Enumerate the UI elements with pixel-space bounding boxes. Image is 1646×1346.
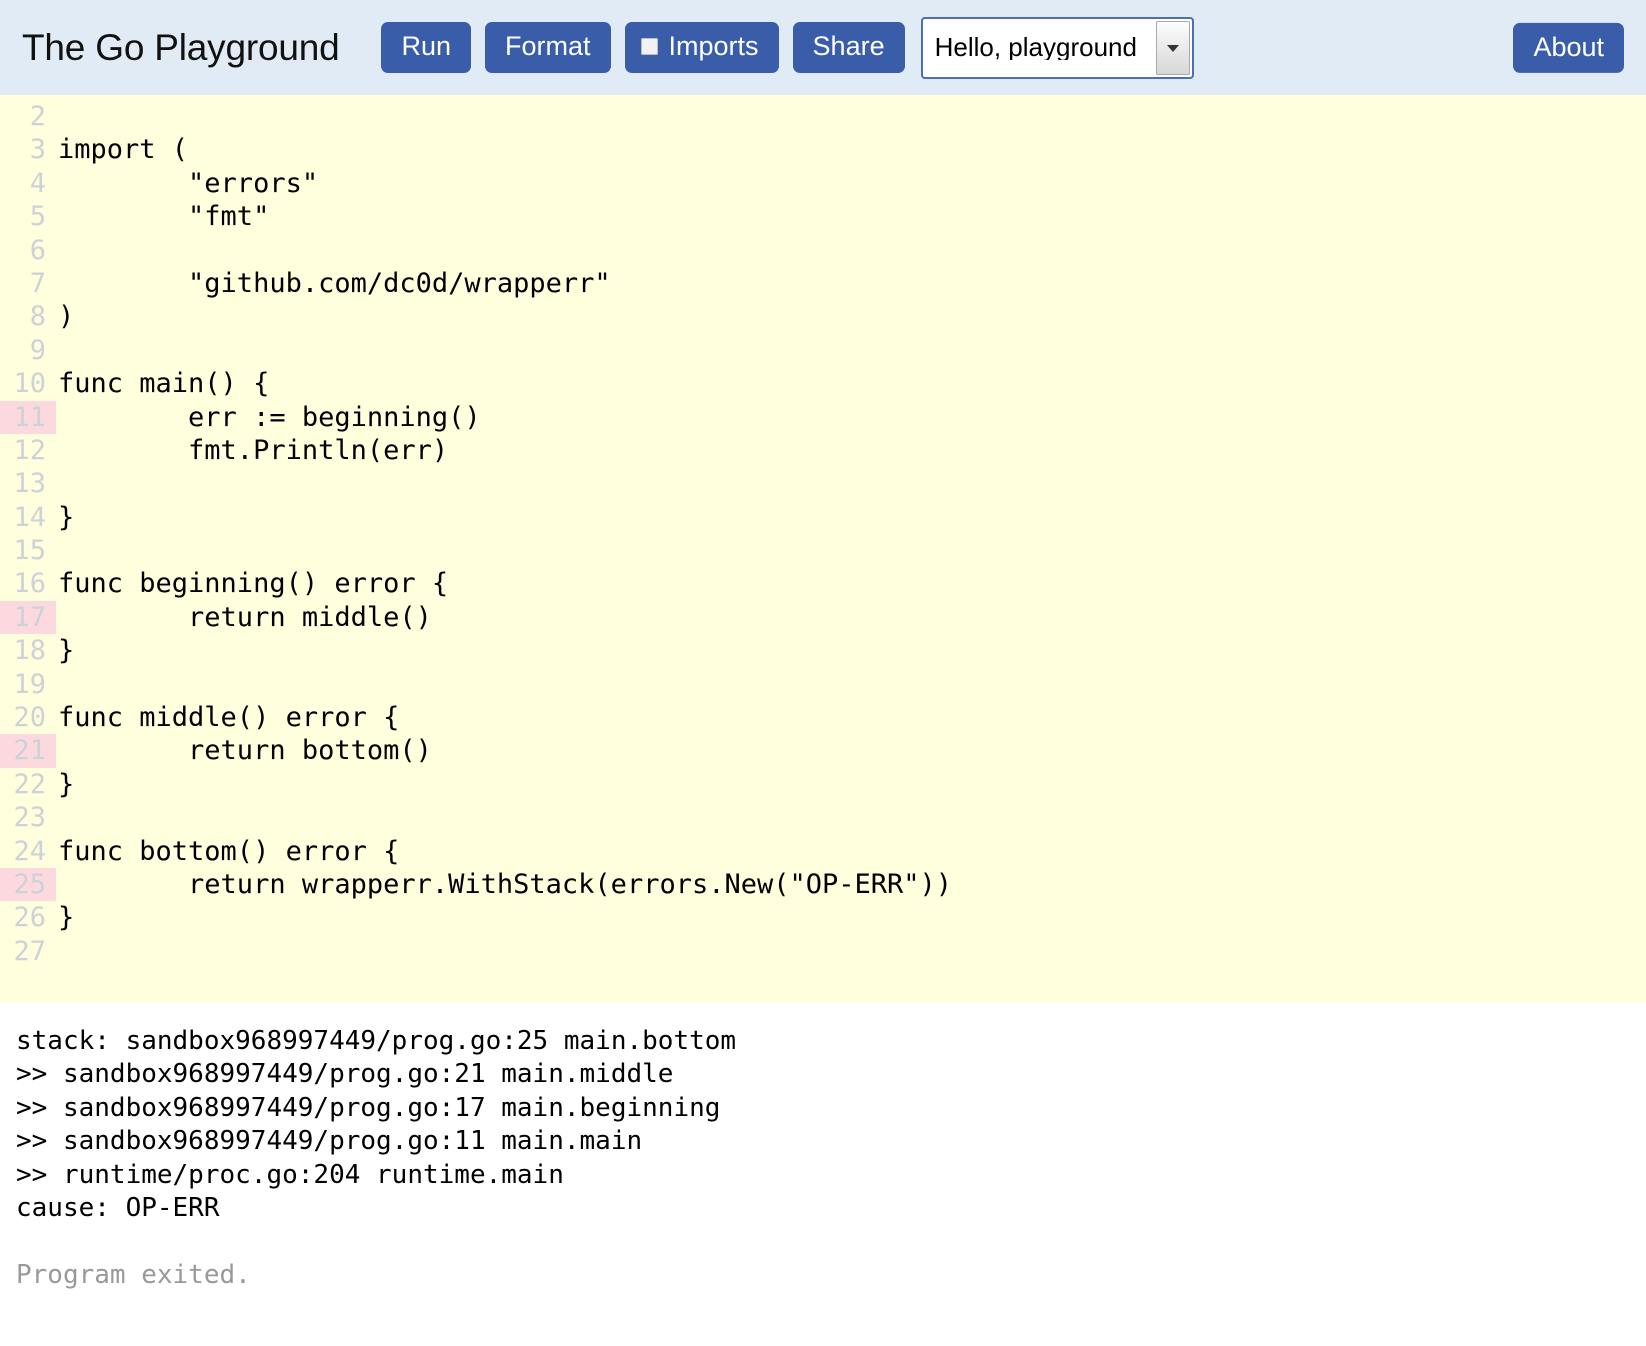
code-line-text: } — [58, 768, 75, 800]
code-line[interactable]: 14} — [0, 501, 1646, 534]
code-line-text: import ( — [58, 134, 189, 166]
line-number: 22 — [13, 768, 46, 800]
app-header: The Go Playground Run Format Imports Sha… — [0, 0, 1646, 95]
code-editor[interactable]: 2 3 import (4 "errors" 5 "fmt" 6 7 "github.co… — [0, 95, 1646, 1003]
checkbox-icon[interactable] — [640, 37, 658, 55]
code-line[interactable]: 10 func main() { — [0, 367, 1646, 400]
output-line: cause: OP-ERR — [16, 1193, 220, 1224]
format-button[interactable]: Format — [485, 22, 611, 73]
line-number: 7 — [29, 267, 46, 299]
line-number: 8 — [29, 301, 46, 333]
code-line[interactable]: 19 — [0, 668, 1646, 701]
line-number: 6 — [29, 234, 46, 266]
code-line[interactable]: 21 return bottom() — [0, 734, 1646, 768]
code-line[interactable]: 25 return wrapperr.WithStack(errors.New(… — [0, 867, 1646, 902]
code-line[interactable]: 9 — [0, 334, 1646, 367]
code-line[interactable]: 6 — [0, 234, 1646, 267]
line-number-highlighted: 11 — [0, 400, 56, 434]
line-number: 16 — [13, 568, 46, 600]
line-number: 3 — [29, 134, 46, 166]
code-line-text: fmt.Println(err) — [58, 434, 449, 466]
output-line: >> sandbox968997449/prog.go:17 main.begi… — [16, 1092, 721, 1123]
line-number: 20 — [13, 702, 46, 734]
code-line-text: func bottom() error { — [58, 835, 400, 867]
line-number: 23 — [13, 802, 46, 834]
code-line[interactable]: 4 "errors" — [0, 167, 1646, 200]
code-line[interactable]: 26} — [0, 901, 1646, 934]
code-line[interactable]: 23 — [0, 801, 1646, 834]
code-line-text: ) — [58, 301, 75, 333]
code-line[interactable]: 16 func beginning() error { — [0, 567, 1646, 600]
code-line[interactable]: 27 — [0, 935, 1646, 968]
code-line[interactable]: 20 func middle() error { — [0, 701, 1646, 734]
line-number: 27 — [13, 935, 46, 967]
code-line-text: return middle() — [58, 601, 432, 633]
line-number-highlighted: 17 — [0, 600, 56, 635]
code-line-text: "fmt" — [58, 201, 270, 233]
imports-button-label: Imports — [668, 31, 759, 62]
code-line-text: func beginning() error { — [58, 568, 449, 600]
code-line-text: "errors" — [58, 167, 319, 199]
run-button[interactable]: Run — [381, 22, 471, 73]
line-number-highlighted: 21 — [0, 734, 56, 768]
line-number: 14 — [13, 501, 46, 533]
code-line-text: } — [58, 501, 75, 533]
output-line: >> runtime/proc.go:204 runtime.main — [16, 1159, 564, 1190]
line-number: 15 — [13, 535, 46, 567]
code-line-text: return wrapperr.WithStack(errors.New("OP… — [58, 868, 953, 900]
code-line[interactable]: 18} — [0, 634, 1646, 667]
line-number: 5 — [29, 201, 46, 233]
code-line[interactable]: 7 "github.com/dc0d/wrapperr" — [0, 267, 1646, 300]
code-line-text: func main() { — [58, 368, 270, 400]
line-number: 18 — [13, 635, 46, 667]
code-line-text: } — [58, 635, 75, 667]
code-line[interactable]: 24 func bottom() error { — [0, 835, 1646, 868]
code-line-text: err := beginning() — [58, 401, 481, 433]
line-number: 9 — [29, 334, 46, 366]
code-line-text: "github.com/dc0d/wrapperr" — [58, 267, 611, 299]
code-line[interactable]: 15 — [0, 534, 1646, 567]
line-number: 12 — [13, 434, 46, 466]
output-panel: stack: sandbox968997449/prog.go:25 main.… — [0, 1003, 1646, 1346]
output-line: >> sandbox968997449/prog.go:21 main.midd… — [16, 1059, 674, 1090]
output-line: >> sandbox968997449/prog.go:11 main.main — [16, 1126, 643, 1157]
output-status-line: Program exited. — [16, 1259, 251, 1290]
code-line-text: return bottom() — [58, 735, 432, 767]
line-number: 4 — [29, 167, 46, 199]
line-number: 19 — [13, 668, 46, 700]
code-line[interactable]: 3 import ( — [0, 133, 1646, 166]
example-select[interactable]: Hello, playground — [920, 16, 1194, 79]
line-number: 2 — [29, 101, 46, 132]
line-number: 13 — [13, 468, 46, 500]
code-line[interactable]: 8) — [0, 300, 1646, 333]
line-number: 24 — [13, 835, 46, 867]
line-number: 26 — [13, 902, 46, 934]
code-line-text: func middle() error { — [58, 702, 400, 734]
code-line[interactable]: 2 — [0, 100, 1646, 133]
example-select-wrapper[interactable]: Hello, playground — [920, 16, 1194, 79]
page-title: The Go Playground — [22, 26, 340, 68]
line-number-highlighted: 25 — [0, 867, 56, 902]
code-line[interactable]: 12 fmt.Println(err) — [0, 434, 1646, 467]
about-button[interactable]: About — [1513, 22, 1624, 73]
code-line[interactable]: 13 — [0, 467, 1646, 500]
line-number: 10 — [13, 368, 46, 400]
code-line[interactable]: 22} — [0, 768, 1646, 801]
code-line[interactable]: 17 return middle() — [0, 600, 1646, 635]
code-line[interactable]: 11 err := beginning() — [0, 400, 1646, 434]
code-line[interactable]: 5 "fmt" — [0, 200, 1646, 233]
output-blank-line — [16, 1225, 1630, 1258]
code-line-text: } — [58, 902, 75, 934]
output-line: stack: sandbox968997449/prog.go:25 main.… — [16, 1026, 737, 1056]
imports-toggle-button[interactable]: Imports — [624, 22, 779, 73]
share-button[interactable]: Share — [792, 22, 905, 73]
